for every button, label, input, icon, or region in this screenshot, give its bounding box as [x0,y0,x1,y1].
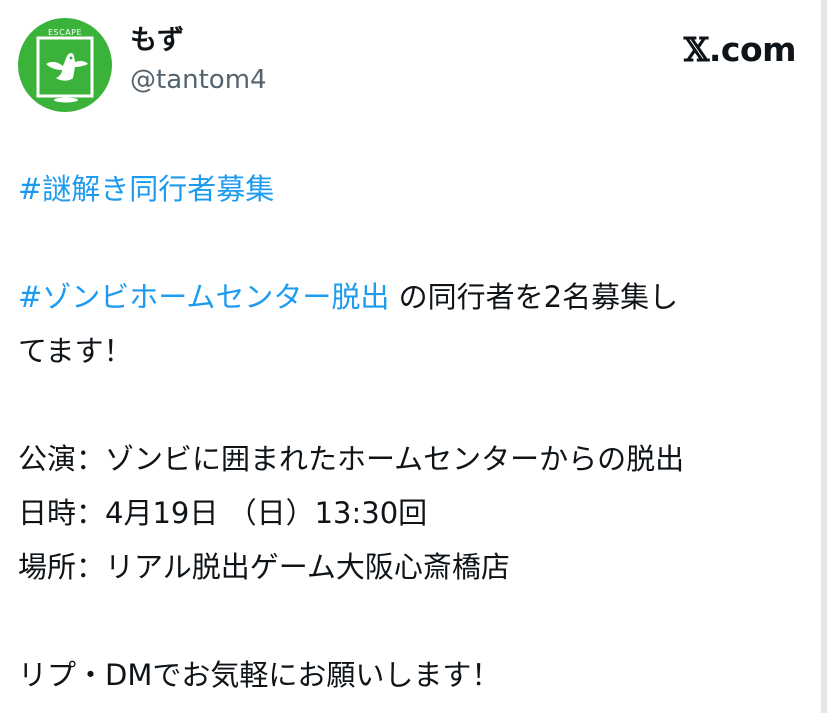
tweet-line-venue: 場所：リアル脱出ゲーム大阪心斎橋店 [18,550,510,584]
brand-suffix: .com [708,30,797,69]
tweet-line-datetime: 日時：4月19日 （日）13:30回 [18,496,428,530]
tweet-text: #謎解き同行者募集 #ゾンビホームセンター脱出 の同行者を2名募集し てます！ … [18,162,808,702]
tweet-header: ESCAPE もず @tantom4 𝕏.com [18,18,808,114]
x-logo-icon: 𝕏 [683,30,710,69]
escape-logo-icon: ESCAPE [36,28,94,103]
tweet-line-3: てます！ [18,334,133,368]
author-display-name[interactable]: もず [130,24,267,58]
x-com-logo[interactable]: 𝕏.com [683,30,797,70]
tweet-line-2: #ゾンビホームセンター脱出 の同行者を2名募集し [18,270,808,324]
tweet-line-performance: 公演：ゾンビに囲まれたホームセンターからの脱出 [18,442,685,476]
tweet-line-closing: リプ・DMでお気軽にお願いします！ [18,658,501,692]
tweet-line-2-text: の同行者を2名募集し [389,280,679,314]
hashtag-link-nazotoki[interactable]: #謎解き同行者募集 [18,172,274,206]
hashtag-link-zombie[interactable]: #ゾンビホームセンター脱出 [18,280,389,314]
author-handle[interactable]: @tantom4 [130,62,267,98]
avatar-escape-text: ESCAPE [48,28,82,37]
avatar[interactable]: ESCAPE [18,18,112,112]
tweet-line-1: #謎解き同行者募集 [18,162,808,216]
right-edge-border [821,0,827,713]
author-info: もず @tantom4 [130,24,267,98]
